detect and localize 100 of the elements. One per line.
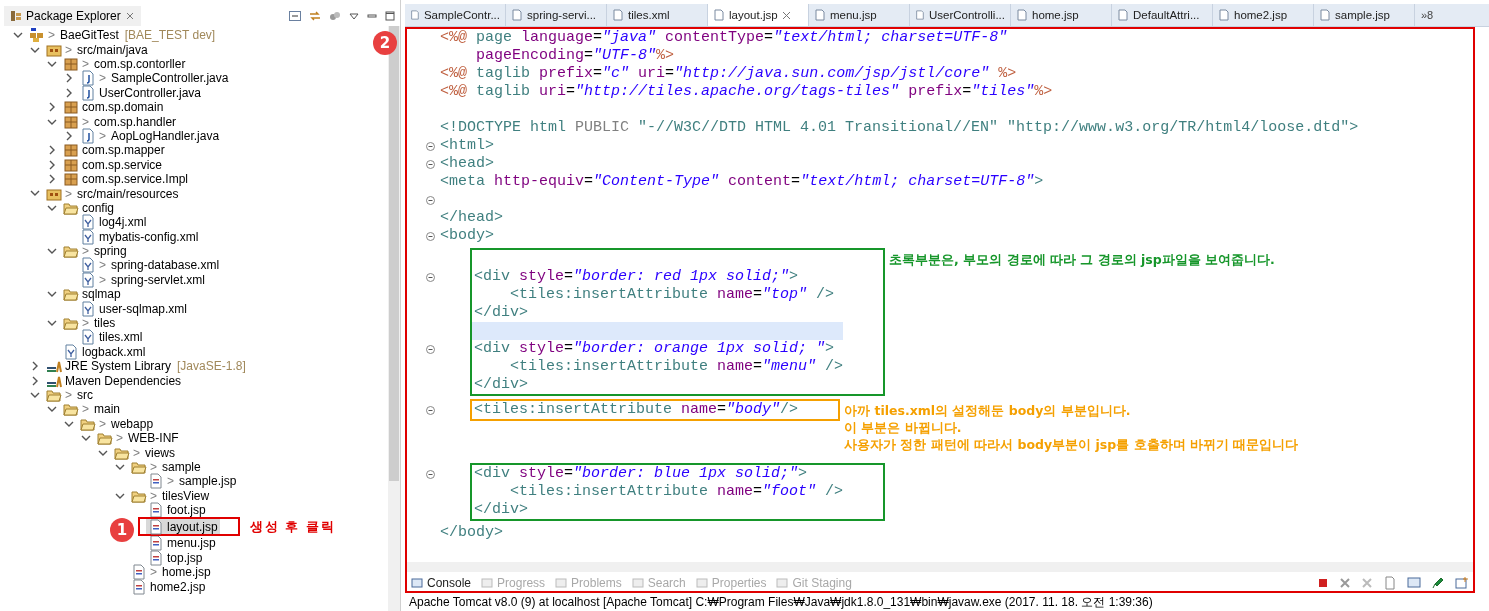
- code-line: <div style="border: orange 1px solid; ">: [473, 340, 836, 358]
- folder-icon: [63, 315, 79, 331]
- editor-tab[interactable]: UserControlli...: [910, 4, 1011, 26]
- tree-item[interactable]: layout.jsp: [146, 519, 220, 535]
- tree-item[interactable]: > webapp: [78, 416, 156, 432]
- tree-item[interactable]: > AopLogHandler.java: [78, 128, 222, 144]
- tree-item[interactable]: > sample: [129, 459, 203, 475]
- view-tab[interactable]: Console: [411, 575, 472, 590]
- file-icon: [148, 535, 164, 552]
- package-icon: [63, 171, 79, 188]
- file-icon: [131, 564, 147, 581]
- tree-item[interactable]: sqlmap: [61, 286, 123, 302]
- view-icon: [695, 576, 708, 589]
- view-menu-icon[interactable]: [348, 10, 360, 22]
- tree-item[interactable]: tiles.xml: [78, 329, 145, 345]
- fold-icon[interactable]: [426, 272, 435, 282]
- tree-item[interactable]: > home.jsp: [129, 564, 213, 580]
- tree-item[interactable]: > com.sp.handler: [61, 114, 179, 130]
- package-icon: [63, 113, 79, 130]
- editor-tab[interactable]: sample.jsp: [1314, 4, 1415, 26]
- tree-item[interactable]: > com.sp.contorller: [61, 56, 188, 72]
- annotation-note: 아까 tiles.xml의 설정해둔 body의 부분입니다.: [844, 402, 1132, 419]
- fold-icon[interactable]: [426, 195, 435, 205]
- package-icon: [63, 156, 79, 173]
- remove-icon[interactable]: [1339, 576, 1351, 589]
- code-line: </body>: [439, 524, 504, 542]
- file-icon: [80, 214, 96, 231]
- annotation-note: 이 부분은 바뀝니다.: [844, 419, 963, 436]
- editor-tab[interactable]: spring-servi...: [506, 4, 607, 26]
- fold-icon[interactable]: [426, 231, 435, 241]
- editor-tab[interactable]: menu.jsp: [809, 4, 910, 26]
- collapse-all-icon[interactable]: [288, 9, 302, 23]
- file-icon: [511, 9, 523, 21]
- code-line: pageEncoding="UTF-8"%>: [475, 47, 676, 65]
- annotation-note: 초록부분은, 부모의 경로에 따라 그 경로의 jsp파일을 보여줍니다.: [889, 251, 1275, 268]
- tree-item[interactable]: mybatis-config.xml: [78, 229, 201, 245]
- tree-item[interactable]: foot.jsp: [146, 502, 208, 518]
- file-icon: [80, 329, 96, 346]
- tree-item[interactable]: > spring: [61, 243, 129, 259]
- tree-item[interactable]: top.jsp: [146, 550, 205, 566]
- close-icon[interactable]: [124, 11, 135, 21]
- tree-item[interactable]: > src/main/resources: [44, 186, 181, 201]
- maximize-icon[interactable]: [384, 10, 396, 22]
- tree-item[interactable]: > src/main/java: [44, 42, 150, 58]
- tree-item[interactable]: > BaeGitTest [BAE_TEST dev]: [27, 27, 218, 43]
- fold-icon[interactable]: [426, 405, 435, 415]
- tree-item[interactable]: com.sp.service.Impl: [61, 171, 191, 187]
- step-badge: 2: [373, 31, 397, 55]
- tree-item[interactable]: > tilesView: [129, 488, 212, 504]
- view-icon: [776, 576, 789, 589]
- code-line: <tiles:insertAttribute name="foot" />: [509, 483, 844, 501]
- code-line: <%@ page language="java" contentType="text/html; charset=UTF-8": [439, 29, 1009, 47]
- file-icon: [131, 578, 147, 595]
- file-icon: [80, 84, 96, 101]
- tree-item[interactable]: > SampleController.java: [78, 70, 231, 86]
- tree-item[interactable]: > views: [112, 445, 178, 461]
- code-line: </div>: [473, 501, 529, 519]
- code-line: <%@ taglib prefix="c" uri="http://java.sun.com/jsp/jstl/core" %>: [439, 65, 1018, 83]
- tree-item[interactable]: com.sp.mapper: [61, 142, 167, 158]
- tree-item[interactable]: home2.jsp: [129, 579, 208, 595]
- link-icon[interactable]: [308, 9, 322, 23]
- stop-icon[interactable]: [1317, 576, 1329, 589]
- tree-item[interactable]: config: [61, 200, 117, 216]
- new-console-icon[interactable]: [1455, 575, 1469, 590]
- tree-item[interactable]: UserController.java: [78, 85, 204, 101]
- tree-item[interactable]: JRE System Library [JavaSE-1.8]: [44, 358, 248, 374]
- tree-item[interactable]: > WEB-INF: [95, 430, 181, 446]
- tree-item[interactable]: > spring-database.xml: [78, 257, 222, 273]
- fold-icon[interactable]: [426, 469, 435, 479]
- editor-tab[interactable]: layout.jsp: [708, 4, 809, 26]
- tree-item[interactable]: logback.xml: [61, 344, 148, 360]
- code-line: <html>: [439, 137, 495, 155]
- editor-tab[interactable]: SampleContr...: [405, 4, 506, 26]
- tree-item[interactable]: menu.jsp: [146, 536, 218, 551]
- tree-item[interactable]: > src: [44, 387, 95, 403]
- tree-item[interactable]: Maven Dependencies: [44, 373, 184, 389]
- editor-tab[interactable]: home.jsp: [1011, 4, 1112, 26]
- scrollbar[interactable]: [407, 562, 1473, 572]
- code-line: <body>: [439, 227, 495, 245]
- scrollbar[interactable]: [388, 26, 400, 611]
- more-tabs-button[interactable]: »8: [1415, 4, 1440, 26]
- tree-item[interactable]: user-sqlmap.xml: [78, 301, 190, 317]
- fold-icon[interactable]: [426, 159, 435, 169]
- code-line: <tiles:insertAttribute name="menu" />: [509, 358, 844, 376]
- tree-item[interactable]: com.sp.service: [61, 157, 165, 173]
- fold-icon[interactable]: [426, 344, 435, 354]
- tree-item[interactable]: > sample.jsp: [146, 473, 239, 489]
- tree-item[interactable]: > tiles: [61, 315, 118, 331]
- tree-item[interactable]: > spring-servlet.xml: [78, 272, 208, 288]
- file-icon: [80, 271, 96, 288]
- tree-item[interactable]: > main: [61, 401, 123, 417]
- tree-item[interactable]: com.sp.domain: [61, 99, 166, 115]
- tree-item[interactable]: log4j.xml: [78, 214, 149, 230]
- project-icon: [29, 27, 45, 44]
- editor-tab[interactable]: DefaultAttri...: [1112, 4, 1213, 26]
- editor-tab[interactable]: home2.jsp: [1213, 4, 1314, 26]
- view-tab[interactable]: Package Explorer: [4, 6, 141, 26]
- code-line: <meta http-equiv="Content-Type" content="text/html; charset=UTF-8">: [439, 173, 1045, 191]
- fold-icon[interactable]: [426, 141, 435, 151]
- close-icon[interactable]: [781, 10, 791, 20]
